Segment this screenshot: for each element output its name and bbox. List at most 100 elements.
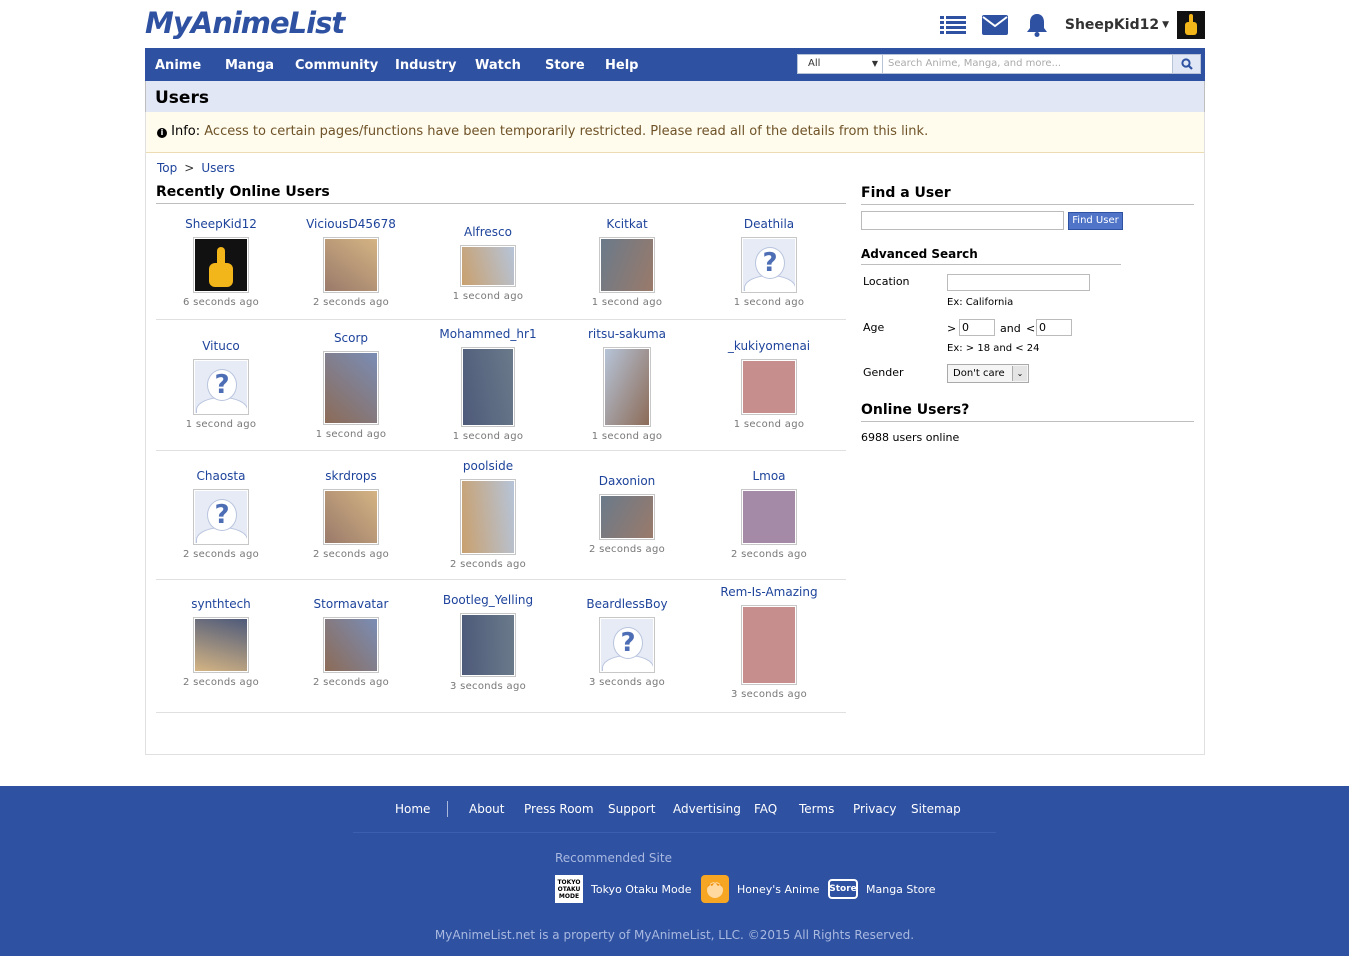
user-avatar[interactable] — [599, 237, 655, 293]
recommended-manga-store[interactable]: Store Manga Store — [828, 874, 936, 904]
user-name-link[interactable]: Mohammed_hr1 — [423, 327, 553, 341]
user-name-link[interactable]: BeardlessBoy — [562, 597, 692, 611]
user-row: SheepKid12 6 seconds ago ViciousD45678 2 se… — [156, 209, 846, 320]
user-card: BeardlessBoy? 3 seconds ago — [562, 597, 692, 688]
nav-store[interactable]: Store — [545, 48, 585, 81]
nav-help[interactable]: Help — [605, 48, 638, 81]
user-name-link[interactable]: synthtech — [156, 597, 286, 611]
user-avatar[interactable] — [460, 245, 516, 287]
recommended-honeys-anime[interactable]: Honey's Anime — [701, 874, 820, 904]
user-name-link[interactable]: Chaosta — [156, 469, 286, 483]
footer-link-press-room[interactable]: Press Room — [524, 802, 594, 816]
find-user-input[interactable] — [861, 211, 1064, 230]
user-menu[interactable]: SheepKid12 ▼ — [1065, 17, 1169, 33]
last-online-time: 1 second ago — [591, 297, 663, 308]
nav-manga[interactable]: Manga — [225, 48, 274, 81]
bell-icon[interactable] — [1023, 13, 1051, 37]
avatar[interactable] — [1177, 11, 1205, 39]
user-name-link[interactable]: skrdrops — [286, 469, 416, 483]
avatar-image — [195, 619, 247, 671]
user-avatar[interactable] — [599, 494, 655, 540]
footer-link-privacy[interactable]: Privacy — [853, 802, 896, 816]
user-card: Lmoa 2 seconds ago — [704, 469, 834, 560]
search-button[interactable] — [1173, 54, 1201, 74]
placeholder-avatar-icon: ? — [195, 491, 247, 543]
nav-anime[interactable]: Anime — [155, 48, 201, 81]
age-max-field[interactable]: 0 — [1036, 319, 1072, 336]
footer-link-advertising[interactable]: Advertising — [673, 802, 741, 816]
user-name-link[interactable]: Bootleg_Yelling — [423, 593, 553, 607]
nav-industry[interactable]: Industry — [395, 48, 457, 81]
user-name-link[interactable]: SheepKid12 — [156, 217, 286, 231]
user-card: ritsu-sakuma 1 second ago — [562, 327, 692, 442]
nav-watch[interactable]: Watch — [475, 48, 521, 81]
list-icon[interactable] — [939, 13, 967, 37]
users-grid: SheepKid12 6 seconds ago ViciousD45678 2 se… — [156, 209, 846, 713]
advanced-search-title: Advanced Search — [861, 247, 1121, 265]
user-avatar[interactable]: ? — [741, 237, 797, 293]
user-card: Kcitkat 1 second ago — [562, 217, 692, 308]
footer-link-faq[interactable]: FAQ — [754, 802, 777, 816]
user-name-link[interactable]: Scorp — [286, 331, 416, 345]
location-label: Location — [863, 275, 910, 288]
recommended-tokyo-otaku-mode[interactable]: TOKYO OTAKU MODE Tokyo Otaku Mode — [555, 874, 691, 904]
user-card: Chaosta? 2 seconds ago — [156, 469, 286, 560]
footer-link-terms[interactable]: Terms — [799, 802, 834, 816]
user-avatar[interactable] — [460, 613, 516, 677]
info-text: Access to certain pages/functions have b… — [204, 124, 929, 139]
user-avatar[interactable] — [193, 617, 249, 673]
user-name-link[interactable]: Alfresco — [423, 225, 553, 239]
user-name-link[interactable]: ritsu-sakuma — [562, 327, 692, 341]
user-avatar[interactable] — [193, 237, 249, 293]
avatar-image — [743, 607, 795, 683]
find-user-button[interactable]: Find User — [1068, 212, 1123, 230]
user-name-link[interactable]: _kukiyomenai — [704, 339, 834, 353]
user-avatar[interactable] — [741, 359, 797, 415]
avatar-image — [601, 496, 653, 538]
search-category-select[interactable]: All ▼ — [797, 54, 883, 74]
nav-community[interactable]: Community — [295, 48, 378, 81]
user-avatar[interactable]: ? — [599, 617, 655, 673]
footer-link-support[interactable]: Support — [608, 802, 655, 816]
footer: Home About Press Room Support Advertisin… — [0, 786, 1349, 956]
location-field[interactable] — [947, 274, 1090, 291]
user-name-link[interactable]: Daxonion — [562, 474, 692, 488]
last-online-time: 1 second ago — [733, 419, 805, 430]
info-label: Info: — [171, 124, 201, 139]
user-name-link[interactable]: Lmoa — [704, 469, 834, 483]
user-name-link[interactable]: poolside — [423, 459, 553, 473]
avatar-image — [462, 481, 514, 553]
user-name-link[interactable]: Stormavatar — [286, 597, 416, 611]
user-name-link[interactable]: Kcitkat — [562, 217, 692, 231]
user-name-link[interactable]: ViciousD45678 — [286, 217, 416, 231]
avatar-image — [463, 349, 513, 425]
user-avatar[interactable] — [323, 351, 379, 425]
age-min-field[interactable]: 0 — [959, 319, 995, 336]
user-avatar[interactable] — [323, 489, 379, 545]
breadcrumb-top[interactable]: Top — [157, 161, 177, 175]
gender-select[interactable]: Don't care ⌄ — [947, 364, 1029, 383]
footer-link-sitemap[interactable]: Sitemap — [911, 802, 961, 816]
user-name-link[interactable]: Vituco — [156, 339, 286, 353]
search-input[interactable]: Search Anime, Manga, and more... — [883, 54, 1173, 74]
user-avatar[interactable] — [323, 617, 379, 673]
user-avatar[interactable] — [461, 347, 515, 427]
user-name-link[interactable]: Deathila — [704, 217, 834, 231]
user-avatar[interactable]: ? — [193, 489, 249, 545]
mail-icon[interactable] — [981, 13, 1009, 37]
info-banner[interactable]: i Info: Access to certain pages/function… — [146, 112, 1204, 153]
user-avatar[interactable] — [741, 489, 797, 545]
recommended-label: Tokyo Otaku Mode — [591, 882, 692, 896]
user-avatar[interactable]: ? — [193, 359, 249, 415]
user-avatar[interactable] — [741, 605, 797, 685]
user-avatar[interactable] — [603, 347, 651, 427]
user-name-link[interactable]: Rem-Is-Amazing — [704, 585, 834, 599]
search-icon — [1180, 58, 1193, 70]
breadcrumb-users[interactable]: Users — [201, 161, 235, 175]
user-card: Vituco? 1 second ago — [156, 339, 286, 430]
user-avatar[interactable] — [323, 237, 379, 293]
footer-link-home[interactable]: Home — [395, 802, 430, 816]
site-logo[interactable]: MyAnimeList — [145, 6, 345, 40]
footer-link-about[interactable]: About — [469, 802, 504, 816]
user-avatar[interactable] — [460, 479, 516, 555]
